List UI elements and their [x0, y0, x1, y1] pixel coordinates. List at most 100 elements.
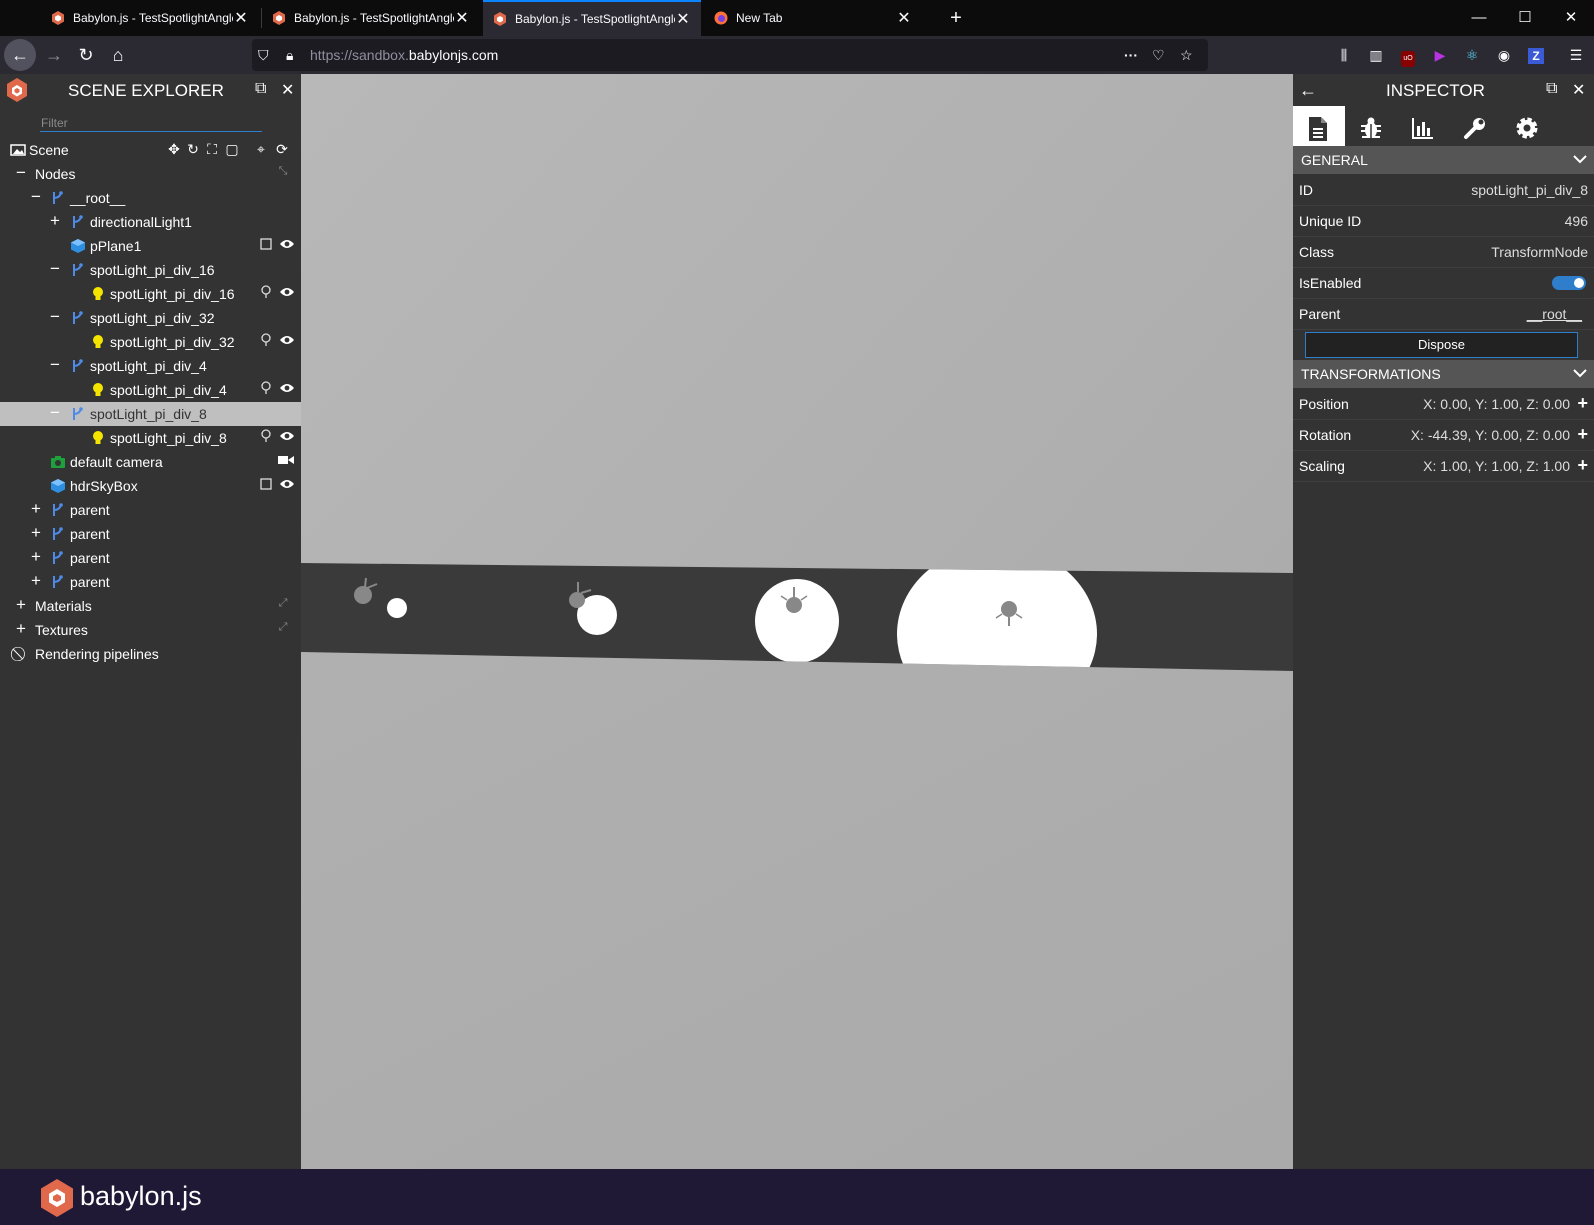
popout-icon[interactable]: ⧉ — [255, 80, 266, 98]
minimize-icon[interactable]: — — [1456, 0, 1502, 36]
tree-row-parent[interactable]: + parent — [0, 522, 301, 546]
light-gizmo-icon[interactable] — [257, 333, 275, 351]
tracking-shield-icon[interactable]: ⛉ — [258, 45, 269, 65]
prop-rotation[interactable]: Rotation X: -44.39, Y: 0.00, Z: 0.00 + — [1293, 420, 1594, 451]
tree-row-textures[interactable]: + Textures ⤢ — [0, 618, 301, 642]
reload-icon[interactable]: ↻ — [70, 39, 102, 71]
tab-close-icon[interactable]: ✕ — [233, 8, 249, 28]
expand-all-icon[interactable]: ⤢ — [274, 597, 292, 615]
back-icon[interactable]: ← — [4, 39, 36, 71]
tree-row-rendering-pipelines[interactable]: ⃠ Rendering pipelines — [0, 642, 301, 666]
tree-row-default-camera[interactable]: default camera — [0, 450, 301, 474]
light-gizmo-icon[interactable] — [257, 285, 275, 303]
bounding-box-toggle-icon[interactable] — [257, 237, 275, 255]
pocket-icon[interactable]: ♡ — [1152, 45, 1165, 65]
collapse-all-icon[interactable]: ⤡ — [274, 165, 292, 183]
collapse-icon[interactable]: − — [48, 260, 62, 278]
prop-position[interactable]: Position X: 0.00, Y: 1.00, Z: 0.00 + — [1293, 389, 1594, 420]
rotate-gizmo-icon[interactable]: ↻ — [184, 141, 202, 159]
address-bar[interactable]: ⛉ 🔒︎ https://sandbox.babylonjs.com ··· ♡… — [252, 39, 1208, 71]
translate-gizmo-icon[interactable]: ✥ — [165, 141, 183, 159]
bookmark-star-icon[interactable]: ☆ — [1180, 45, 1193, 65]
tree-row-directional-light[interactable]: + directionalLight1 — [0, 210, 301, 234]
dispose-button[interactable]: Dispose — [1305, 332, 1578, 358]
brand-wordmark[interactable]: babylon.js — [80, 1181, 202, 1212]
account-icon[interactable]: ◉ — [1493, 44, 1515, 66]
visibility-eye-icon[interactable] — [278, 477, 296, 495]
menu-icon[interactable]: ☰ — [1565, 44, 1587, 66]
forward-icon[interactable]: → — [38, 39, 70, 71]
tree-row-root[interactable]: − __root__ — [0, 186, 301, 210]
tab-properties[interactable] — [1293, 106, 1345, 150]
lock-icon[interactable]: 🔒︎ — [286, 45, 293, 65]
bounding-box-toggle-icon[interactable] — [257, 477, 275, 495]
bounding-box-gizmo-icon[interactable]: ▢ — [223, 141, 241, 159]
expand-icon[interactable]: + — [48, 212, 62, 230]
tree-row-spotlight-32[interactable]: − spotLight_pi_div_32 — [0, 306, 301, 330]
expand-icon[interactable]: + — [14, 620, 28, 638]
visibility-eye-icon[interactable] — [278, 237, 296, 255]
transformations-section-header[interactable]: TRANSFORMATIONS — [1293, 360, 1594, 388]
react-devtools-icon[interactable]: ⚛ — [1461, 44, 1483, 66]
light-gizmo-icon[interactable] — [257, 429, 275, 447]
visibility-eye-icon[interactable] — [278, 429, 296, 447]
expand-plus-icon[interactable]: + — [1577, 456, 1588, 474]
light-gizmo-icon[interactable] — [257, 381, 275, 399]
tree-row-spotlight-8-selected[interactable]: − spotLight_pi_div_8 — [0, 402, 301, 426]
collapse-icon[interactable]: − — [29, 188, 43, 206]
tab-close-icon[interactable]: ✕ — [675, 9, 691, 29]
scale-gizmo-icon[interactable]: ⛶ — [203, 141, 221, 159]
tree-row-pplane1[interactable]: pPlane1 — [0, 234, 301, 258]
expand-icon[interactable]: + — [14, 596, 28, 614]
browser-tab[interactable]: Babylon.js - TestSpotlightAngle ✕ — [41, 0, 259, 36]
tree-row-parent[interactable]: + parent — [0, 570, 301, 594]
close-icon[interactable]: ✕ — [281, 80, 294, 100]
popout-icon[interactable]: ⧉ — [1546, 80, 1557, 98]
expand-all-icon[interactable]: ⤢ — [274, 621, 292, 639]
prop-scaling[interactable]: Scaling X: 1.00, Y: 1.00, Z: 1.00 + — [1293, 451, 1594, 482]
url-text[interactable]: https://sandbox.babylonjs.com — [310, 47, 498, 63]
expand-icon[interactable]: + — [29, 500, 43, 518]
expand-icon[interactable]: + — [29, 548, 43, 566]
sidebar-icon[interactable]: ▥ — [1365, 44, 1387, 66]
parent-link[interactable]: __root__ — [1527, 306, 1582, 322]
tree-row-parent[interactable]: + parent — [0, 546, 301, 570]
tree-row-spotlight-4[interactable]: − spotLight_pi_div_4 — [0, 354, 301, 378]
back-arrow-icon[interactable]: ← — [1299, 80, 1317, 101]
new-tab-icon[interactable]: + — [933, 0, 979, 36]
extension-play-icon[interactable]: ▶ — [1429, 44, 1451, 66]
visibility-eye-icon[interactable] — [278, 285, 296, 303]
library-icon[interactable]: ⫼ — [1333, 44, 1355, 66]
expand-plus-icon[interactable]: + — [1577, 394, 1588, 412]
is-enabled-toggle[interactable] — [1552, 276, 1586, 290]
tree-row-parent[interactable]: + parent — [0, 498, 301, 522]
window-close-icon[interactable]: ✕ — [1548, 0, 1594, 36]
tab-close-icon[interactable]: ✕ — [454, 8, 470, 28]
picking-target-icon[interactable]: ⌖ — [252, 141, 270, 159]
tab-settings[interactable] — [1501, 106, 1553, 150]
tree-row-spotlight-16-light[interactable]: spotLight_pi_div_16 — [0, 282, 301, 306]
ublock-icon[interactable]: uO — [1397, 44, 1419, 67]
expand-icon[interactable]: + — [29, 572, 43, 590]
maximize-icon[interactable]: ☐ — [1502, 0, 1548, 36]
babylon-logo-icon[interactable] — [40, 1179, 74, 1217]
extension-z-icon[interactable]: Z — [1525, 44, 1547, 66]
tree-row-spotlight-16[interactable]: − spotLight_pi_div_16 — [0, 258, 301, 282]
filter-input[interactable] — [40, 114, 262, 132]
collapse-icon[interactable]: − — [48, 356, 62, 374]
render-canvas[interactable] — [301, 74, 1293, 1169]
tree-row-nodes[interactable]: − Nodes ⤡ — [0, 162, 301, 186]
active-camera-icon[interactable] — [277, 453, 295, 471]
collapse-icon[interactable]: − — [48, 308, 62, 326]
browser-tab[interactable]: Babylon.js - TestSpotlightAngle ✕ — [262, 0, 480, 36]
tree-row-spotlight-32-light[interactable]: spotLight_pi_div_32 — [0, 330, 301, 354]
collapse-icon[interactable]: − — [14, 164, 28, 182]
visibility-eye-icon[interactable] — [278, 333, 296, 351]
browser-tab[interactable]: New Tab ✕ — [704, 0, 922, 36]
tab-close-icon[interactable]: ✕ — [896, 8, 912, 28]
visibility-eye-icon[interactable] — [278, 381, 296, 399]
scene-row[interactable]: Scene ✥ ↻ ⛶ ▢ ⌖ ⟳ — [0, 138, 301, 162]
tree-row-hdr-skybox[interactable]: hdrSkyBox — [0, 474, 301, 498]
tab-statistics[interactable] — [1397, 106, 1449, 150]
home-icon[interactable]: ⌂ — [102, 39, 134, 71]
